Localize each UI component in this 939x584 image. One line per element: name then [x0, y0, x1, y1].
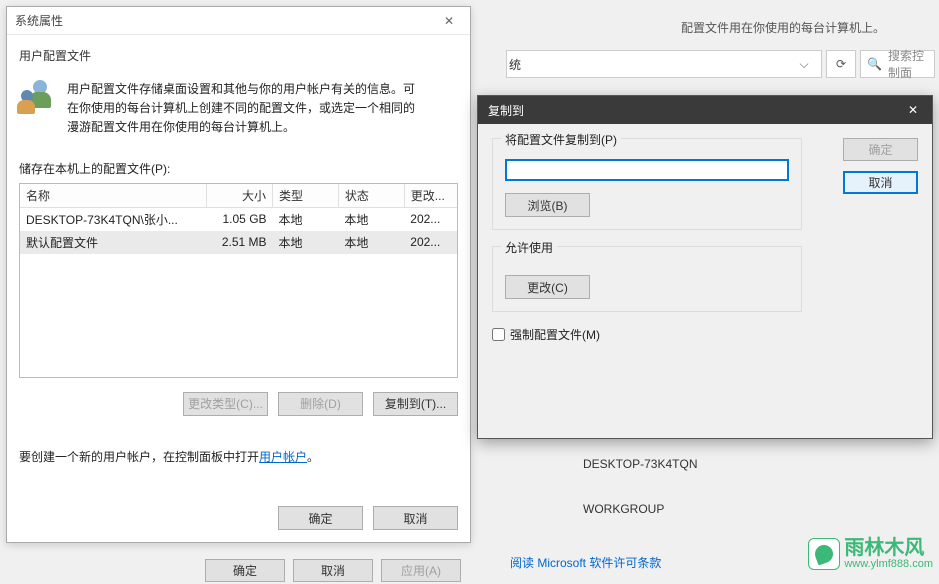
browse-button[interactable]: 浏览(B) — [505, 193, 590, 217]
col-size[interactable]: 大小 — [207, 184, 273, 208]
cell-size: 2.51 MB — [207, 231, 273, 254]
mandatory-profile-checkbox[interactable]: 强制配置文件(M) — [492, 326, 802, 343]
chevron-down-icon: ⌵ — [795, 57, 813, 72]
bg-computer-name: DESKTOP-73K4TQN — [583, 457, 697, 471]
bg-ok-button[interactable]: 确定 — [205, 559, 285, 582]
copy-to-title: 复制到 — [478, 96, 932, 124]
permit-group: 允许使用 更改(C) — [492, 246, 802, 312]
cell-name: DESKTOP-73K4TQN\张小... — [20, 207, 207, 231]
search-box[interactable]: 🔍 搜索控制面 — [860, 50, 935, 78]
permit-label: 允许使用 — [501, 239, 557, 256]
cell-status: 本地 — [338, 231, 404, 254]
user-accounts-link[interactable]: 用户帐户 — [259, 450, 307, 464]
col-modified[interactable]: 更改... — [404, 184, 457, 208]
close-button[interactable]: ✕ — [894, 96, 932, 124]
table-row[interactable]: DESKTOP-73K4TQN\张小... 1.05 GB 本地 本地 202.… — [20, 207, 457, 231]
bg-cancel-button[interactable]: 取消 — [293, 559, 373, 582]
close-button[interactable]: ✕ — [434, 11, 464, 31]
search-icon: 🔍 — [867, 57, 882, 71]
create-account-text: 要创建一个新的用户帐户，在控制面板中打开用户帐户。 — [19, 448, 458, 465]
bg-license-link[interactable]: 阅读 Microsoft 软件许可条款 — [510, 554, 661, 571]
refresh-button[interactable]: ⟳ — [826, 50, 856, 78]
watermark-logo-icon — [808, 538, 840, 570]
cell-size: 1.05 GB — [207, 207, 273, 231]
cell-name: 默认配置文件 — [20, 231, 207, 254]
cell-mod: 202... — [404, 231, 457, 254]
col-name[interactable]: 名称 — [20, 184, 207, 208]
checkbox-label: 强制配置文件(M) — [510, 326, 600, 343]
copy-target-label: 将配置文件复制到(P) — [501, 131, 621, 148]
cancel-button[interactable]: 取消 — [843, 171, 918, 194]
ok-button: 确定 — [843, 138, 918, 161]
bg-button-row: 确定 取消 应用(A) — [205, 559, 461, 582]
bg-config-note: 配置文件用在你使用的每台计算机上。 — [681, 19, 885, 36]
close-icon: ✕ — [908, 103, 918, 117]
copy-target-group: 将配置文件复制到(P) 浏览(B) — [492, 138, 802, 230]
cell-type: 本地 — [273, 231, 339, 254]
system-properties-title: 系统属性 — [7, 7, 470, 35]
cell-status: 本地 — [338, 207, 404, 231]
cancel-button[interactable]: 取消 — [373, 506, 458, 530]
table-row[interactable]: 默认配置文件 2.51 MB 本地 本地 202... — [20, 231, 457, 254]
bg-dropdown-text: 统 — [509, 56, 521, 73]
create-suffix: 。 — [307, 450, 319, 464]
watermark-url: www.ylmf888.com — [844, 558, 933, 570]
bg-apply-button: 应用(A) — [381, 559, 461, 582]
watermark-title: 雨林木风 — [844, 538, 933, 558]
search-placeholder: 搜索控制面 — [888, 47, 928, 81]
description-text: 用户配置文件存储桌面设置和其他与你的用户帐户有关的信息。可在你使用的每台计算机上… — [67, 80, 425, 138]
cell-type: 本地 — [273, 207, 339, 231]
cell-mod: 202... — [404, 207, 457, 231]
create-prefix: 要创建一个新的用户帐户，在控制面板中打开 — [19, 450, 259, 464]
refresh-icon: ⟳ — [836, 57, 846, 71]
users-icon — [19, 80, 57, 118]
profiles-table[interactable]: 名称 大小 类型 状态 更改... DESKTOP-73K4TQN\张小... … — [19, 183, 458, 378]
checkbox-input[interactable] — [492, 328, 505, 341]
bg-path-dropdown[interactable]: 统 ⌵ — [506, 50, 822, 78]
col-type[interactable]: 类型 — [273, 184, 339, 208]
copy-to-dialog: 复制到 ✕ 将配置文件复制到(P) 浏览(B) 允许使用 更改(C) 强制配置文… — [477, 95, 933, 439]
close-icon: ✕ — [444, 14, 454, 28]
stored-profiles-label: 储存在本机上的配置文件(P): — [19, 160, 458, 177]
copy-path-input[interactable] — [505, 159, 789, 181]
col-status[interactable]: 状态 — [338, 184, 404, 208]
bg-workgroup: WORKGROUP — [583, 502, 664, 516]
delete-button: 删除(D) — [278, 392, 363, 416]
change-button[interactable]: 更改(C) — [505, 275, 590, 299]
change-type-button: 更改类型(C)... — [183, 392, 268, 416]
user-profiles-subtitle: 用户配置文件 — [19, 47, 458, 64]
copy-to-button[interactable]: 复制到(T)... — [373, 392, 458, 416]
watermark: 雨林木风 www.ylmf888.com — [808, 538, 933, 570]
ok-button[interactable]: 确定 — [278, 506, 363, 530]
system-properties-window: 系统属性 ✕ 用户配置文件 用户配置文件存储桌面设置和其他与你的用户帐户有关的信… — [6, 6, 471, 543]
